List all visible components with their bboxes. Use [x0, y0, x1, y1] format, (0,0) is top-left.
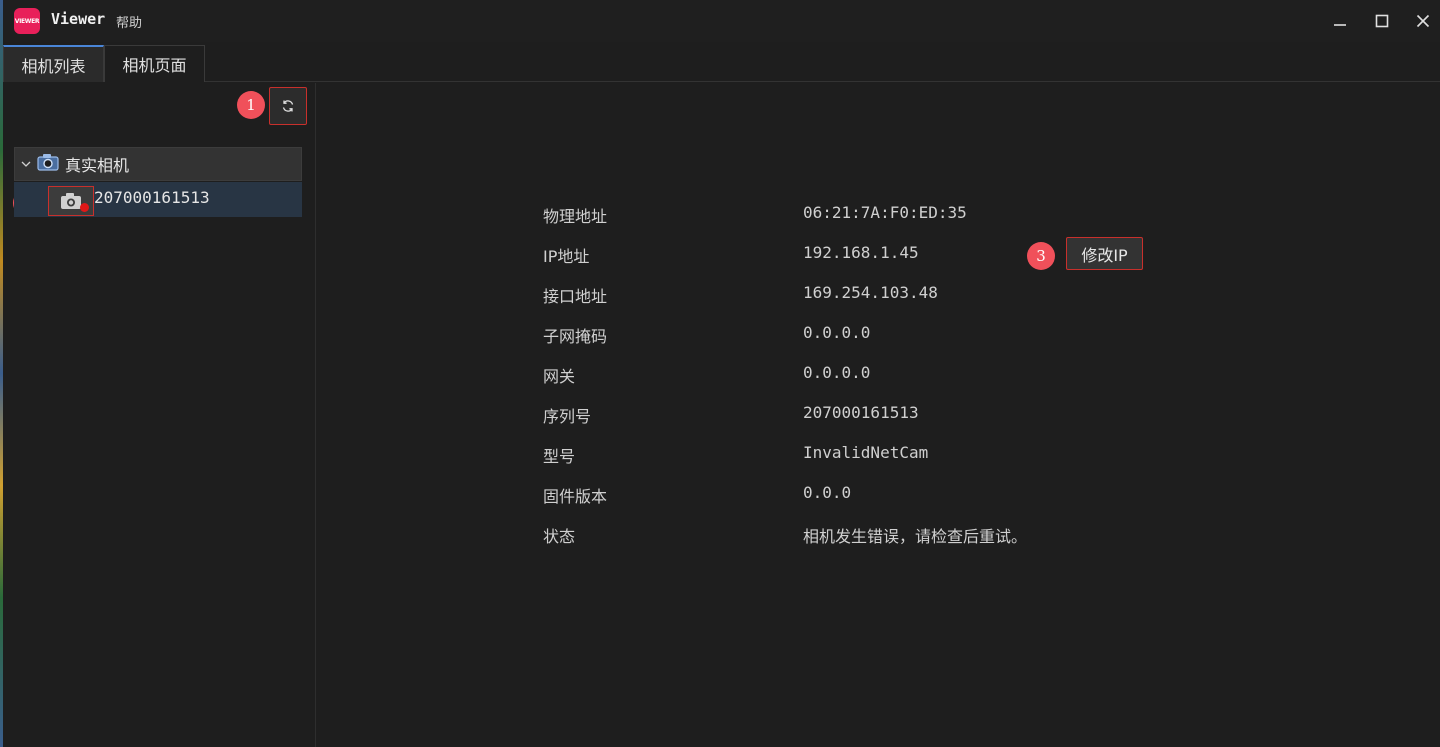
- detail-label: 固件版本: [543, 487, 608, 506]
- detail-label: 接口地址: [543, 287, 608, 306]
- detail-value: 0.0.0.0: [803, 363, 871, 382]
- detail-value: 169.254.103.48: [803, 283, 938, 302]
- detail-value: 207000161513: [803, 403, 919, 422]
- detail-value: 0.0.0: [803, 483, 852, 502]
- detail-row-gateway: 网关 0.0.0.0: [543, 363, 1163, 387]
- error-status-dot: [80, 203, 89, 212]
- maximize-button[interactable]: [1367, 8, 1397, 34]
- title-bar: VIEWER Viewer 帮助: [3, 0, 1440, 42]
- minimize-button[interactable]: [1325, 8, 1355, 34]
- detail-row-mac: 物理地址 06:21:7A:F0:ED:35: [543, 203, 1163, 227]
- detail-value: 相机发生错误，请检查后重试。: [803, 527, 1028, 546]
- detail-row-serial: 序列号 207000161513: [543, 403, 1163, 427]
- close-icon: [1416, 14, 1430, 28]
- detail-label: 子网掩码: [543, 327, 608, 346]
- camera-list-panel: 1 真实相机 207000161513: [3, 83, 316, 747]
- tree-group-label: 真实相机: [65, 156, 130, 175]
- detail-value: 06:21:7A:F0:ED:35: [803, 203, 967, 222]
- maximize-icon: [1375, 14, 1389, 28]
- detail-label: 型号: [543, 447, 576, 466]
- tree-group-real-cameras[interactable]: 真实相机: [14, 147, 302, 181]
- detail-label: 网关: [543, 367, 576, 386]
- detail-row-subnet: 子网掩码 0.0.0.0: [543, 323, 1163, 347]
- detail-row-interface: 接口地址 169.254.103.48: [543, 283, 1163, 307]
- camera-serial: 207000161513: [94, 188, 210, 207]
- camera-status-chip[interactable]: [48, 186, 94, 216]
- app-logo: VIEWER: [14, 8, 40, 34]
- detail-label: 状态: [543, 527, 576, 546]
- detail-value: InvalidNetCam: [803, 443, 929, 462]
- tab-camera-list[interactable]: 相机列表: [3, 45, 104, 82]
- menu-help[interactable]: 帮助: [116, 12, 142, 31]
- detail-value: 192.168.1.45: [803, 243, 919, 262]
- close-button[interactable]: [1408, 8, 1438, 34]
- tab-camera-page[interactable]: 相机页面: [104, 45, 205, 82]
- detail-value: 0.0.0.0: [803, 323, 871, 342]
- detail-label: IP地址: [543, 247, 590, 266]
- marker-3: 3: [1027, 242, 1055, 270]
- modify-ip-button[interactable]: 修改IP: [1066, 237, 1143, 270]
- detail-label: 物理地址: [543, 207, 608, 226]
- chevron-down-icon[interactable]: [15, 159, 37, 169]
- minimize-icon: [1334, 24, 1346, 26]
- detail-label: 序列号: [543, 407, 592, 426]
- marker-1: 1: [237, 91, 265, 119]
- camera-icon: [61, 193, 81, 209]
- detail-row-model: 型号 InvalidNetCam: [543, 443, 1163, 467]
- refresh-button[interactable]: [269, 87, 307, 125]
- detail-row-firmware: 固件版本 0.0.0: [543, 483, 1163, 507]
- refresh-icon: [282, 100, 294, 112]
- app-title: Viewer: [51, 10, 106, 28]
- tab-bar: 相机列表 相机页面: [3, 42, 1440, 82]
- camera-list-item[interactable]: 207000161513: [14, 182, 302, 217]
- detail-row-status: 状态 相机发生错误，请检查后重试。: [543, 523, 1163, 547]
- camera-group-icon: [37, 153, 59, 175]
